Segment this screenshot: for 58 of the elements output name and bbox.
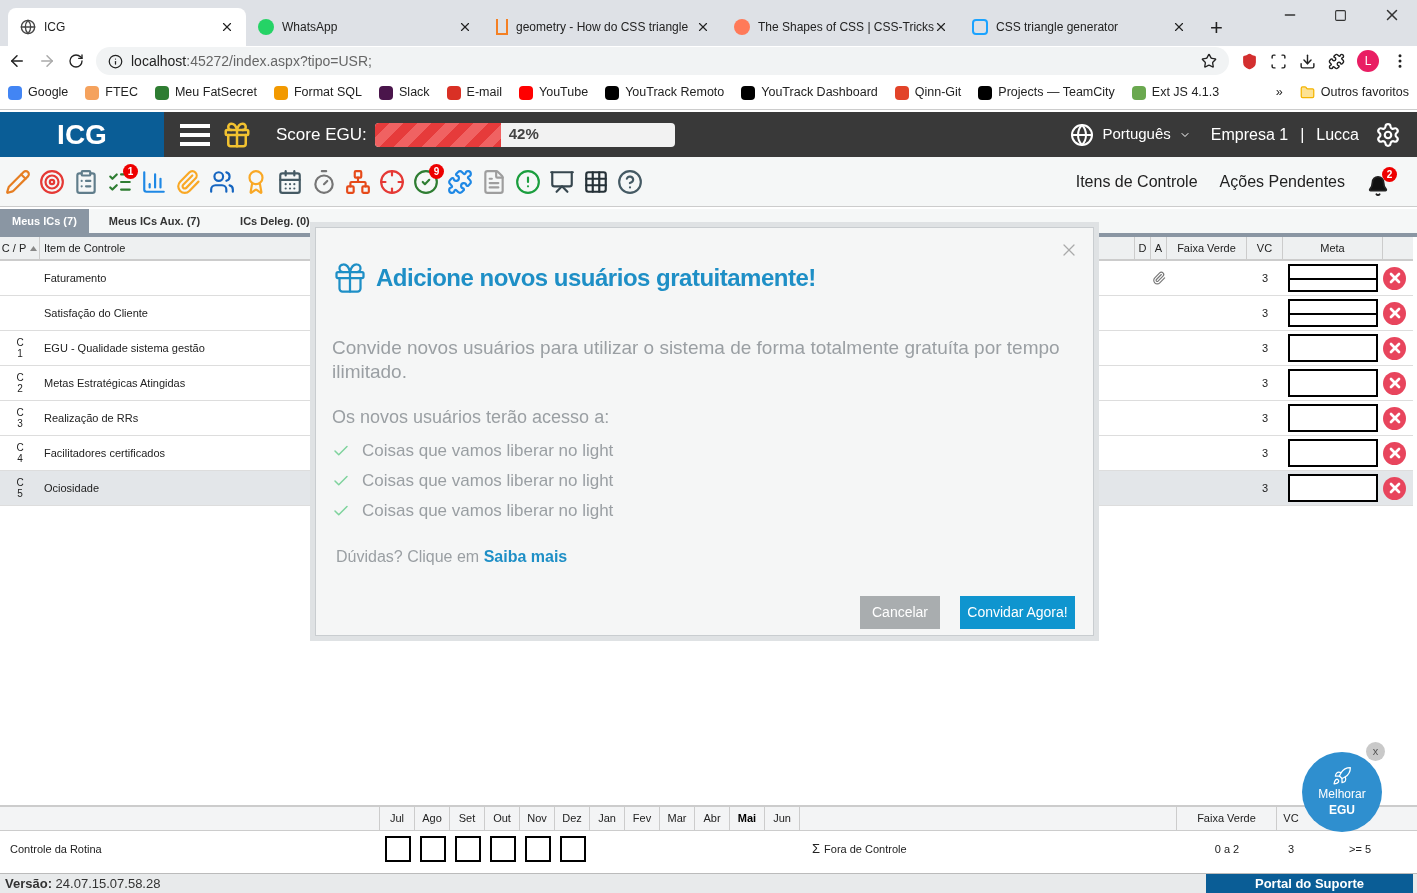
table-cell-text: 3: [1260, 375, 1270, 391]
access-label: Os novos usuários terão acesso a:: [332, 406, 611, 429]
table-cell-text: Satisfação do Cliente: [43, 305, 149, 321]
table-cell-text: C 5: [15, 477, 25, 499]
table-cell-text: C 4: [15, 442, 25, 464]
table-cell-text: Faturamento: [43, 270, 108, 286]
table-cell-text: 3: [1260, 340, 1270, 356]
count-badge: 2: [1382, 166, 1397, 182]
feature-item: Coisas que vamos liberar no light: [362, 499, 614, 522]
month-header: Nov: [520, 807, 555, 830]
month-header: Set: [450, 807, 485, 830]
table-cell-text: 3: [1260, 410, 1270, 426]
version-text: Versão: 24.07.15.07.58.28: [4, 874, 161, 893]
separator-text: |: [1300, 124, 1305, 145]
tab-title: WhatsApp: [282, 20, 338, 35]
table-cell-text: Ociosidade: [43, 480, 101, 496]
table-cell-text: >= 5: [1348, 841, 1373, 857]
tab-title: CSS triangle generator: [996, 20, 1119, 35]
help-text: Dúvidas? Clique em Saiba mais: [336, 547, 569, 567]
column-header: VC: [1282, 811, 1300, 827]
month-header: Jul: [380, 807, 415, 830]
url-text: localhost:45272/index.aspx?tipo=USR;: [131, 51, 373, 71]
table-cell-text: 0 a 2: [1213, 841, 1241, 857]
score-label: Score EGU:: [276, 123, 367, 146]
out-of-control-label: Fora de Controle: [824, 841, 907, 857]
table-cell-text: 3: [1286, 841, 1296, 857]
dialog-title: Adicione novos usuários gratuitamente!: [376, 263, 816, 293]
score-reading: 42%: [508, 124, 539, 145]
table-cell-text: C 1: [15, 337, 25, 359]
table-cell-text: C 3: [15, 407, 25, 429]
feature-item: Coisas que vamos liberar no light: [362, 469, 614, 492]
column-header: Faixa Verde: [1177, 807, 1277, 830]
month-header: Dez: [555, 807, 590, 830]
month-header: Fev: [625, 807, 660, 830]
sigma-symbol: Σ: [812, 840, 821, 859]
month-header: Mar: [660, 807, 695, 830]
table-cell-text: 3: [1260, 445, 1270, 461]
month-header: Out: [485, 807, 520, 830]
table-cell-text: Metas Estratégicas Atingidas: [43, 375, 187, 391]
table-cell-text: 3: [1260, 270, 1270, 286]
table-cell-text: Facilitadores certificados: [43, 445, 167, 461]
month-header: Abr: [695, 807, 730, 830]
table-cell-text: EGU - Qualidade sistema gestão: [43, 340, 206, 356]
row-label: Controle da Rotina: [9, 841, 103, 857]
count-badge: 1: [123, 163, 138, 179]
tab-title: ICG: [44, 20, 66, 35]
month-header: Jan: [590, 807, 625, 830]
tab-title: geometry - How do CSS triangle: [516, 20, 689, 35]
month-header: Ago: [415, 807, 450, 830]
table-cell-text: Realização de RRs: [43, 410, 140, 426]
month-header: Jun: [765, 807, 800, 830]
feature-item: Coisas que vamos liberar no light: [362, 439, 614, 462]
table-cell-text: 3: [1260, 305, 1270, 321]
tab-title: The Shapes of CSS | CSS-Tricks: [758, 20, 935, 35]
table-cell-text: C 2: [15, 372, 25, 394]
month-header: Mai: [730, 807, 765, 830]
table-cell-text: 3: [1260, 480, 1270, 496]
count-badge: 9: [429, 163, 444, 179]
